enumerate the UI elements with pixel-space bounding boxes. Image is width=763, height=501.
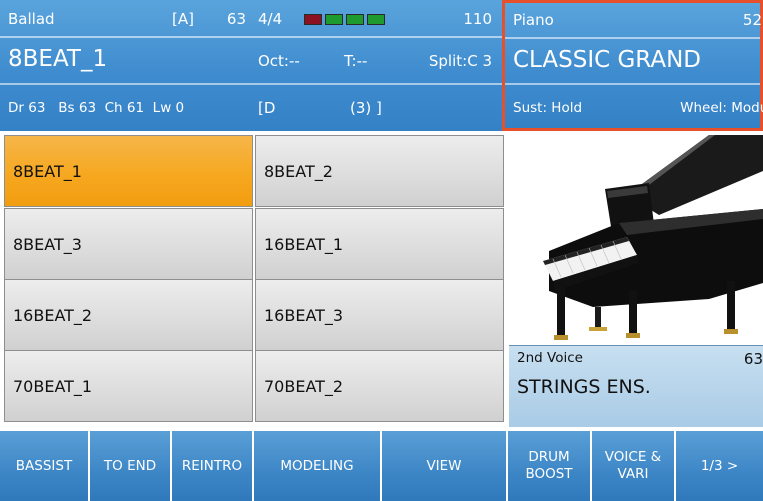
- tempo-value: 110: [463, 10, 492, 28]
- style-cell[interactable]: 8BEAT_3: [4, 208, 253, 280]
- style-grid: 8BEAT_1 8BEAT_2 8BEAT_3 16BEAT_1 16BEAT_…: [0, 131, 509, 427]
- second-voice-panel[interactable]: 2nd Voice 63 STRINGS ENS.: [509, 345, 763, 427]
- style-levels: Dr 63 Bs 63 Ch 61 Lw 0: [8, 100, 185, 116]
- style-cell-label: 70BEAT_2: [264, 376, 344, 396]
- style-cell-label: 16BEAT_2: [13, 305, 93, 325]
- beat-meter-segment: [325, 13, 344, 25]
- beat-meter-segment: [346, 13, 365, 25]
- transpose-value: T:--: [344, 52, 368, 70]
- style-header[interactable]: Ballad [A] 63 8BEAT_1 Dr 63 Bs 63 Ch 61 …: [0, 0, 254, 131]
- grand-piano-icon: [543, 135, 763, 340]
- voice-vari-button[interactable]: VOICE & VARI: [592, 431, 676, 501]
- style-bank: [A]: [172, 10, 194, 28]
- style-cell[interactable]: 16BEAT_3: [255, 279, 504, 351]
- style-cell-label: 70BEAT_1: [13, 376, 93, 396]
- style-cell-label: 8BEAT_3: [13, 234, 82, 254]
- drum-boost-button[interactable]: DRUM BOOST: [508, 431, 592, 501]
- voice-name: CLASSIC GRAND: [513, 47, 702, 73]
- bassist-button[interactable]: BASSIST: [0, 431, 90, 501]
- voice-value: 52: [742, 11, 762, 29]
- style-cell-label: 8BEAT_2: [264, 161, 333, 181]
- reintro-button[interactable]: REINTRO: [172, 431, 254, 501]
- style-category: Ballad: [8, 10, 55, 28]
- style-cell-label: 16BEAT_1: [264, 234, 344, 254]
- style-cell-label: 16BEAT_3: [264, 305, 344, 325]
- second-voice-name: STRINGS ENS.: [517, 376, 651, 398]
- voice-header[interactable]: Piano 52 CLASSIC GRAND Sust: Hold Wheel:…: [502, 0, 763, 131]
- view-button[interactable]: VIEW: [382, 431, 508, 501]
- tempo-header[interactable]: 4/4 110 Oct:-- T:-- Split:C 3 [D (3) ]: [254, 0, 502, 131]
- style-value: 63: [226, 10, 246, 28]
- second-voice-label: 2nd Voice: [517, 350, 583, 366]
- style-cell[interactable]: 16BEAT_2: [4, 279, 253, 351]
- style-name: 8BEAT_1: [8, 46, 108, 72]
- style-cell[interactable]: 8BEAT_2: [255, 135, 504, 207]
- grand-piano-image: [509, 131, 763, 345]
- wheel-setting: Wheel: Modul: [680, 100, 763, 116]
- octave-value: Oct:--: [258, 52, 300, 70]
- style-cell[interactable]: 70BEAT_2: [255, 350, 504, 422]
- page-next-button[interactable]: 1/3 >: [676, 431, 763, 501]
- style-cell[interactable]: 8BEAT_1: [4, 135, 253, 207]
- time-signature: 4/4: [258, 10, 283, 28]
- second-voice-value: 63: [743, 350, 763, 368]
- chord-number: (3) ]: [350, 99, 382, 117]
- split-value: Split:C 3: [428, 52, 492, 70]
- style-cell-label: 8BEAT_1: [13, 161, 82, 181]
- to-end-button[interactable]: TO END: [90, 431, 172, 501]
- style-cell[interactable]: 16BEAT_1: [255, 208, 504, 280]
- modeling-button[interactable]: MODELING: [254, 431, 382, 501]
- beat-meter-segment: [304, 13, 323, 25]
- sustain-setting: Sust: Hold: [513, 100, 583, 116]
- chord-display: [D: [258, 99, 276, 117]
- function-bar: BASSIST TO END REINTRO MODELING VIEW DRU…: [0, 427, 763, 501]
- voice-category: Piano: [513, 11, 554, 29]
- beat-meter: [304, 13, 386, 25]
- beat-meter-segment: [367, 13, 386, 25]
- style-cell[interactable]: 70BEAT_1: [4, 350, 253, 422]
